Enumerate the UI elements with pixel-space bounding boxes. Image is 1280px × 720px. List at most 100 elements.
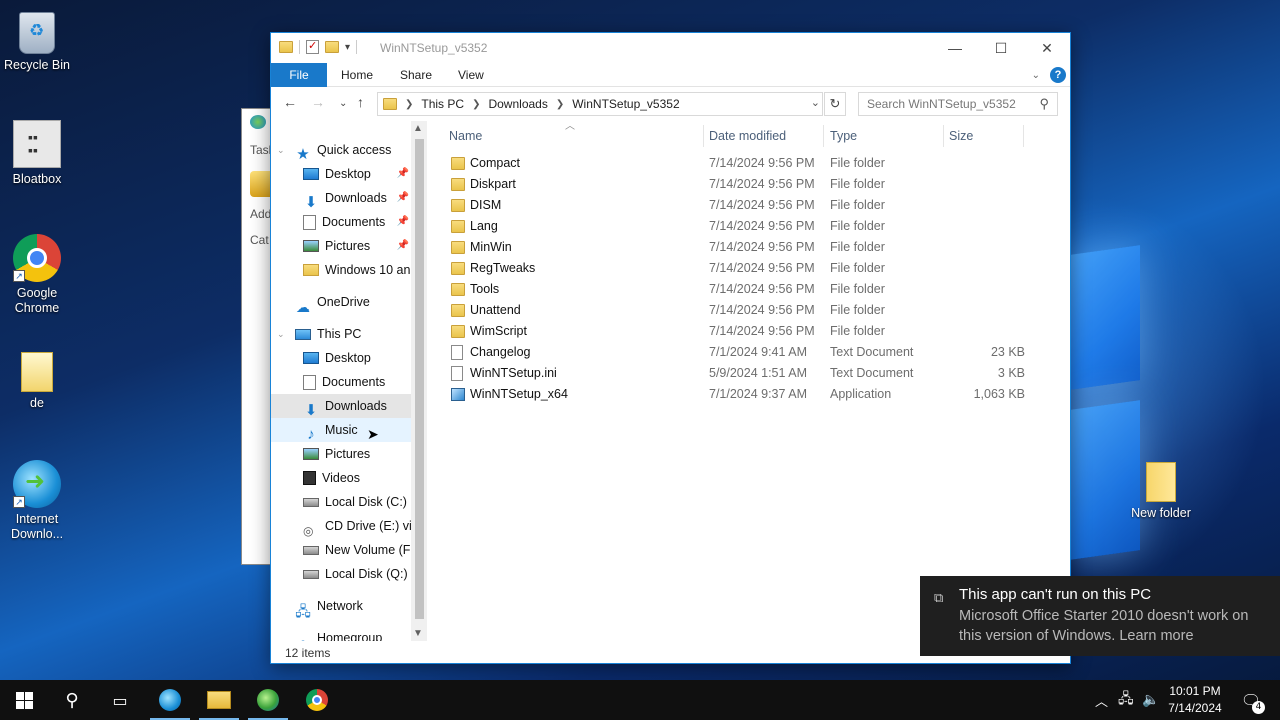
column-header-size[interactable]: Size xyxy=(949,125,973,147)
nav-pc-local-disk-c[interactable]: Local Disk (C:) xyxy=(271,490,411,514)
nav-pc-local-disk-q[interactable]: Local Disk (Q:) xyxy=(271,562,411,586)
nav-onedrive[interactable]: ☁ OneDrive xyxy=(271,290,411,315)
file-row[interactable]: WinNTSetup_x64 7/1/2024 9:37 AM Applicatio… xyxy=(447,384,1027,405)
nav-this-pc[interactable]: ⌄ This PC xyxy=(271,322,411,346)
desktop-icon-google-chrome[interactable]: ↗ Google Chrome xyxy=(0,234,74,316)
taskbar-app-explorer[interactable] xyxy=(195,680,243,720)
desktop-icon-recycle-bin[interactable]: Recycle Bin xyxy=(0,8,74,73)
nav-label: Pictures xyxy=(325,239,371,253)
desktop-icon-de[interactable]: de xyxy=(0,348,74,411)
expand-icon[interactable]: ⌄ xyxy=(277,138,285,162)
file-row[interactable]: WinNTSetup.ini 5/9/2024 1:51 AM Text Docum… xyxy=(447,363,1027,384)
toast-notification[interactable]: ⧉ This app can't run on this PC Microsof… xyxy=(920,576,1280,656)
up-button[interactable]: ↑ xyxy=(357,94,364,110)
file-row[interactable]: Compact 7/14/2024 9:56 PM File folder xyxy=(447,153,1027,174)
file-row[interactable]: RegTweaks 7/14/2024 9:56 PM File folder xyxy=(447,258,1027,279)
nav-quick-access[interactable]: ⌄ ★ Quick access xyxy=(271,138,411,163)
chevron-right-icon[interactable]: ❯ xyxy=(556,99,564,110)
network-tray-icon[interactable]: 🖧 xyxy=(1118,680,1134,720)
system-clock[interactable]: 10:01 PM 7/14/2024 xyxy=(1160,683,1230,717)
file-type: File folder xyxy=(830,177,885,191)
customize-dropdown-icon[interactable]: ▾ xyxy=(345,42,350,53)
forward-button[interactable]: → xyxy=(311,94,325,110)
file-row[interactable]: Changelog 7/1/2024 9:41 AM Text Document 23… xyxy=(447,342,1027,363)
nav-pc-pictures[interactable]: Pictures xyxy=(271,442,411,466)
nav-pc-videos[interactable]: Videos xyxy=(271,466,411,490)
breadcrumb-item[interactable]: This PC xyxy=(421,97,464,111)
toast-title: This app can't run on this PC xyxy=(959,586,1152,603)
column-divider[interactable] xyxy=(943,125,944,147)
search-button[interactable]: ⚲ xyxy=(48,680,96,720)
file-row[interactable]: WimScript 7/14/2024 9:56 PM File folder xyxy=(447,321,1027,342)
nav-network[interactable]: 🖧 Network xyxy=(271,594,411,619)
column-header-name[interactable]: Name xyxy=(449,125,482,147)
nav-pc-music[interactable]: ♪ Music ➤ xyxy=(271,418,411,443)
new-folder-icon[interactable] xyxy=(325,41,339,53)
nav-qa-documents[interactable]: Documents 📌 xyxy=(271,210,411,234)
task-view-button[interactable]: ▭ xyxy=(96,680,144,720)
nav-label: Desktop xyxy=(325,351,371,365)
start-button[interactable] xyxy=(0,680,48,720)
search-input[interactable]: Search WinNTSetup_v5352 ⚲ xyxy=(858,92,1058,116)
file-row[interactable]: DISM 7/14/2024 9:56 PM File folder xyxy=(447,195,1027,216)
nav-pc-new-volume-f[interactable]: New Volume (F:) xyxy=(271,538,411,562)
column-divider[interactable] xyxy=(823,125,824,147)
chevron-right-icon[interactable]: ❯ xyxy=(472,99,480,110)
nav-scrollbar[interactable]: ▲ ▼ xyxy=(411,121,427,641)
tab-share[interactable]: Share xyxy=(400,63,432,87)
volume-tray-icon[interactable]: 🔈 xyxy=(1142,680,1159,720)
back-button[interactable]: ← xyxy=(283,94,297,110)
column-header-date[interactable]: Date modified xyxy=(709,125,786,147)
tab-view[interactable]: View xyxy=(458,63,484,87)
nav-qa-pictures[interactable]: Pictures 📌 xyxy=(271,234,411,258)
chevron-down-icon[interactable]: ⌄ xyxy=(811,96,820,109)
title-bar[interactable]: ▾ WinNTSetup_v5352 — ☐ ✕ xyxy=(271,33,1070,63)
nav-qa-downloads[interactable]: ⬇ Downloads 📌 xyxy=(271,186,411,211)
refresh-button[interactable]: ↻ xyxy=(824,92,846,116)
nav-pc-downloads[interactable]: ⬇ Downloads xyxy=(271,394,411,419)
minimize-button[interactable]: — xyxy=(932,33,978,63)
close-button[interactable]: ✕ xyxy=(1024,33,1070,63)
tab-home[interactable]: Home xyxy=(341,63,373,87)
taskbar-app-chrome[interactable] xyxy=(293,680,341,720)
navigation-pane: ⌄ ★ Quick access Desktop 📌 ⬇ Downloads 📌… xyxy=(271,121,426,641)
file-row[interactable]: Diskpart 7/14/2024 9:56 PM File folder xyxy=(447,174,1027,195)
properties-icon[interactable] xyxy=(306,39,319,54)
file-row[interactable]: Tools 7/14/2024 9:56 PM File folder xyxy=(447,279,1027,300)
maximize-button[interactable]: ☐ xyxy=(978,33,1024,63)
address-bar[interactable]: ❯ This PC ❯ Downloads ❯ WinNTSetup_v5352… xyxy=(377,92,823,116)
expand-icon[interactable]: ⌄ xyxy=(277,322,285,346)
file-row[interactable]: MinWin 7/14/2024 9:56 PM File folder xyxy=(447,237,1027,258)
taskbar-app-idm[interactable] xyxy=(146,680,194,720)
file-row[interactable]: Unattend 7/14/2024 9:56 PM File folder xyxy=(447,300,1027,321)
scroll-down-icon[interactable]: ▼ xyxy=(413,628,423,639)
toast-body[interactable]: Microsoft Office Starter 2010 doesn't wo… xyxy=(959,606,1269,646)
nav-pc-documents[interactable]: Documents xyxy=(271,370,411,394)
taskbar-app-installer[interactable] xyxy=(244,680,292,720)
nav-qa-desktop[interactable]: Desktop 📌 xyxy=(271,162,411,186)
nav-pc-desktop[interactable]: Desktop xyxy=(271,346,411,370)
show-hidden-icons-button[interactable]: ︿ xyxy=(1095,680,1108,720)
nav-homegroup[interactable]: ● Homegroup xyxy=(271,626,411,641)
tab-file[interactable]: File xyxy=(271,63,327,87)
file-row[interactable]: Lang 7/14/2024 9:56 PM File folder xyxy=(447,216,1027,237)
action-center-button[interactable]: 🗨 4 xyxy=(1236,680,1266,720)
column-header-type[interactable]: Type xyxy=(830,125,857,147)
column-divider[interactable] xyxy=(1023,125,1024,147)
breadcrumb-item[interactable]: WinNTSetup_v5352 xyxy=(572,97,679,111)
help-icon[interactable]: ? xyxy=(1050,67,1066,83)
breadcrumb-item[interactable]: Downloads xyxy=(488,97,547,111)
scroll-up-icon[interactable]: ▲ xyxy=(413,123,423,134)
desktop-icon-internet-download-manager[interactable]: ↗ Internet Downlo... xyxy=(0,460,74,542)
desktop-icon-new-folder[interactable]: New folder xyxy=(1124,462,1198,521)
scroll-thumb[interactable] xyxy=(415,139,424,619)
add-label[interactable]: Add xyxy=(250,207,271,221)
nav-qa-windows-folder[interactable]: Windows 10 and xyxy=(271,258,411,282)
explorer-window[interactable]: ▾ WinNTSetup_v5352 — ☐ ✕ File Home Share… xyxy=(270,32,1071,664)
chevron-right-icon[interactable]: ❯ xyxy=(405,99,413,110)
recent-locations-icon[interactable]: ⌄ xyxy=(339,98,347,109)
nav-pc-cd-drive-e[interactable]: ◎ CD Drive (E:) virt xyxy=(271,514,411,538)
desktop-icon-bloatbox[interactable]: Bloatbox xyxy=(0,120,74,187)
column-divider[interactable] xyxy=(703,125,704,147)
expand-ribbon-icon[interactable]: ⌄ xyxy=(1032,70,1040,81)
